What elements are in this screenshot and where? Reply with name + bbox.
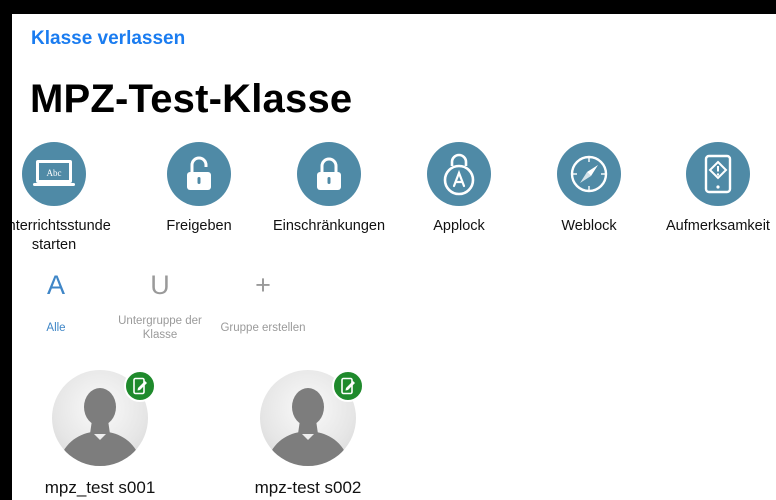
student-name: mpz_test s001: [44, 478, 156, 497]
attention-button[interactable]: Aufmerksamkeit: [643, 142, 776, 236]
group-all[interactable]: A Alle: [12, 266, 106, 335]
restrictions-label: Einschränkungen: [272, 218, 386, 234]
tablet-alert-icon: [686, 142, 750, 206]
compass-icon: [557, 142, 621, 206]
applock-label: Applock: [433, 218, 485, 234]
weblock-label: Weblock: [561, 218, 617, 234]
applock-button[interactable]: Applock: [384, 142, 534, 236]
unlock-label: Freigeben: [166, 218, 232, 234]
device-edit-icon: [332, 370, 364, 402]
group-all-glyph: A: [46, 270, 65, 300]
screen-abc-icon: Abc: [22, 142, 86, 206]
start-lesson-label: Unterrichtsstunde starten: [12, 218, 111, 253]
start-lesson-button[interactable]: Abc Unterrichtsstunde starten: [12, 142, 129, 255]
page-title: MPZ-Test-Klasse: [30, 77, 353, 121]
avatar: [260, 370, 364, 466]
device-edit-icon: [124, 370, 156, 402]
leave-class-link[interactable]: Klasse verlassen: [31, 28, 185, 50]
create-group-button[interactable]: + Gruppe erstellen: [213, 266, 313, 335]
unlock-button[interactable]: Freigeben: [124, 142, 274, 236]
svg-text:Abc: Abc: [47, 168, 62, 178]
app-window: Klasse verlassen MPZ-Test-Klasse Abc Unt…: [12, 14, 776, 500]
student-name: mpz-test s002: [254, 478, 362, 497]
create-group-label: Gruppe erstellen: [220, 322, 306, 334]
student-tile[interactable]: mpz_test s001: [20, 370, 180, 498]
group-subgroup[interactable]: U Untergruppe der Klasse: [110, 266, 210, 342]
weblock-button[interactable]: Weblock: [514, 142, 664, 236]
lock-icon: [297, 142, 361, 206]
group-subgroup-glyph: U: [150, 270, 170, 300]
attention-label: Aufmerksamkeit: [666, 218, 770, 234]
group-all-label: Alle: [46, 322, 66, 334]
plus-icon: +: [255, 270, 271, 300]
unlock-icon: [167, 142, 231, 206]
group-subgroup-label: Untergruppe der Klasse: [118, 315, 202, 341]
restrictions-button[interactable]: Einschränkungen: [254, 142, 404, 236]
avatar: [52, 370, 156, 466]
student-tile[interactable]: mpz-test s002: [228, 370, 388, 498]
app-lock-icon: [427, 142, 491, 206]
